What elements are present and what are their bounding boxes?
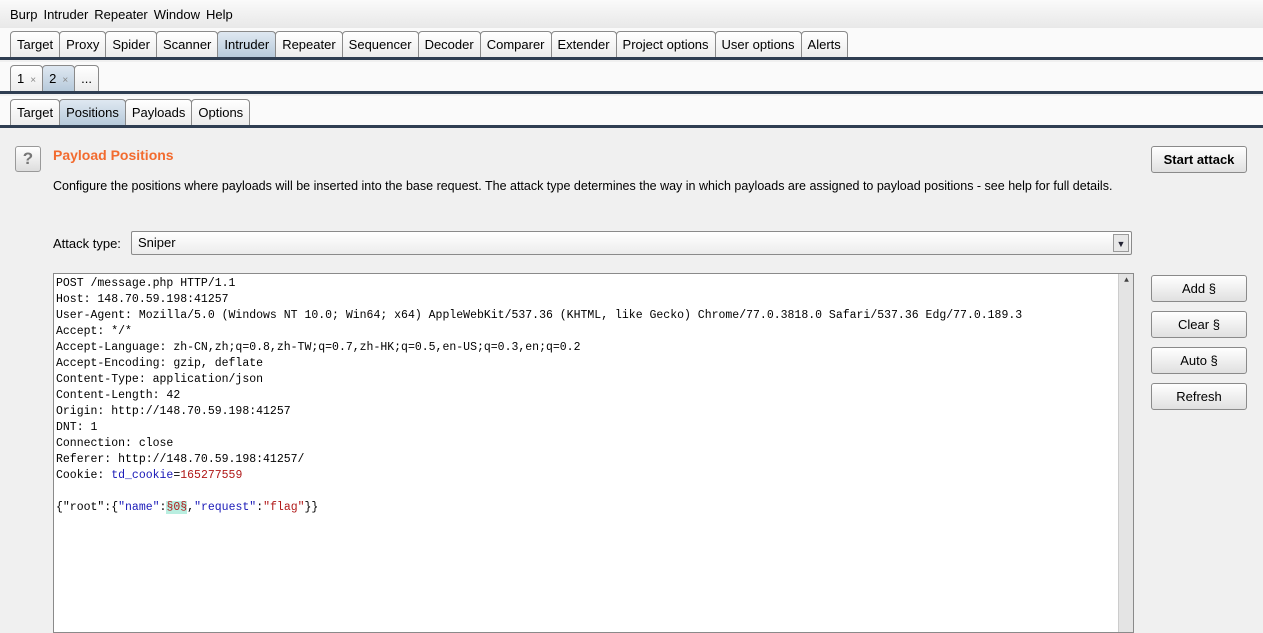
tab-2[interactable]: 2 × [42, 65, 76, 91]
menu-repeater[interactable]: Repeater [94, 7, 147, 22]
tab--[interactable]: ... [74, 65, 99, 91]
tab-alerts[interactable]: Alerts [800, 31, 848, 57]
menu-burp[interactable]: Burp [10, 7, 37, 22]
scroll-up-icon[interactable]: ▲ [1119, 274, 1134, 288]
request-line: Host: 148.70.59.198:41257 [56, 293, 229, 306]
request-line: User-Agent: Mozilla/5.0 (Windows NT 10.0… [56, 309, 1023, 322]
tab-target[interactable]: Target [10, 99, 61, 125]
tab-label: Decoder [424, 37, 474, 52]
tab-extender[interactable]: Extender [550, 31, 617, 57]
tab-label: Alerts [807, 37, 841, 52]
tab-label: Target [17, 37, 54, 52]
tab-label: Scanner [162, 37, 212, 52]
request-line: POST /message.php HTTP/1.1 [56, 277, 236, 290]
auto-markers-button[interactable]: Auto § [1151, 347, 1247, 374]
tab-repeater[interactable]: Repeater [275, 31, 343, 57]
tab-scanner[interactable]: Scanner [155, 31, 219, 57]
main-tabs: Target Proxy Spider Scanner Intruder Repeater… [0, 28, 1263, 60]
body-line: {"root":{"name":§0§,"request":"flag"}} [56, 501, 319, 514]
chevron-down-icon[interactable]: ▼ [1113, 234, 1129, 252]
menu-intruder[interactable]: Intruder [43, 7, 88, 22]
refresh-button[interactable]: Refresh [1151, 383, 1247, 410]
tab-project-options[interactable]: Project options [615, 31, 716, 57]
attack-type-value: Sniper [138, 235, 176, 250]
tab-label: Intruder [224, 37, 270, 52]
tab-comparer[interactable]: Comparer [479, 31, 552, 57]
start-attack-button[interactable]: Start attack [1151, 146, 1247, 173]
tab-label: User options [721, 37, 795, 52]
close-icon[interactable]: × [30, 75, 36, 86]
tab-label: Extender [557, 37, 610, 52]
tab-positions[interactable]: Positions [59, 99, 126, 125]
tab-intruder[interactable]: Intruder [217, 31, 277, 57]
tab-label: Repeater [282, 37, 336, 52]
attack-tabs: 1 × 2 ×... [0, 62, 1263, 94]
tab-label: Positions [66, 105, 119, 120]
tab-options[interactable]: Options [191, 99, 251, 125]
request-line: Accept-Encoding: gzip, deflate [56, 357, 264, 370]
request-line: Referer: http://148.70.59.198:41257/ [56, 453, 305, 466]
vertical-scrollbar[interactable]: ▲ [1118, 274, 1133, 632]
attack-type-select[interactable]: Sniper ▼ [131, 231, 1132, 255]
tab-label: Payloads [131, 105, 186, 120]
panel-title: Payload Positions [53, 147, 174, 163]
clear-markers-button[interactable]: Clear § [1151, 311, 1247, 338]
request-editor[interactable]: POST /message.php HTTP/1.1 Host: 148.70.5… [53, 273, 1134, 633]
add-marker-button[interactable]: Add § [1151, 275, 1247, 302]
tab-label: Comparer [486, 37, 545, 52]
help-button[interactable]: ? [15, 146, 41, 172]
tab-sequencer[interactable]: Sequencer [341, 31, 419, 57]
tab-payloads[interactable]: Payloads [124, 99, 193, 125]
tab-1[interactable]: 1 × [10, 65, 44, 91]
tab-label: Proxy [66, 37, 100, 52]
tab-spider[interactable]: Spider [105, 31, 157, 57]
tab-user-options[interactable]: User options [714, 31, 802, 57]
tab-label: Sequencer [348, 37, 412, 52]
request-line: Accept-Language: zh-CN,zh;q=0.8,zh-TW;q=… [56, 341, 581, 354]
panel-description: Configure the positions where payloads w… [53, 179, 1113, 193]
tab-label: Spider [112, 37, 150, 52]
payload-marker: §0§ [166, 501, 188, 514]
request-line: Accept: */* [56, 325, 132, 338]
tab-label: 1 [17, 71, 25, 86]
cookie-line: Cookie: td_cookie=165277559 [56, 469, 243, 482]
request-line: Origin: http://148.70.59.198:41257 [56, 405, 291, 418]
tab-label: Options [198, 105, 244, 120]
request-line: Content-Type: application/json [56, 373, 264, 386]
tab-label: Target [17, 105, 54, 120]
request-line: Connection: close [56, 437, 174, 450]
close-icon[interactable]: × [62, 75, 68, 86]
tab-label: Project options [622, 37, 709, 52]
request-line: Content-Length: 42 [56, 389, 181, 402]
request-line: DNT: 1 [56, 421, 98, 434]
tab-target[interactable]: Target [10, 31, 61, 57]
tab-label: ... [81, 71, 92, 86]
menu-window[interactable]: Window [154, 7, 200, 22]
tab-decoder[interactable]: Decoder [417, 31, 481, 57]
menu-help[interactable]: Help [206, 7, 233, 22]
tab-proxy[interactable]: Proxy [59, 31, 107, 57]
attack-type-label: Attack type: [53, 236, 121, 251]
menu-bar: Burp Intruder Repeater Window Help [0, 0, 1263, 28]
sub-tabs: Target Positions Payloads Options [0, 96, 1263, 128]
tab-label: 2 [49, 71, 57, 86]
